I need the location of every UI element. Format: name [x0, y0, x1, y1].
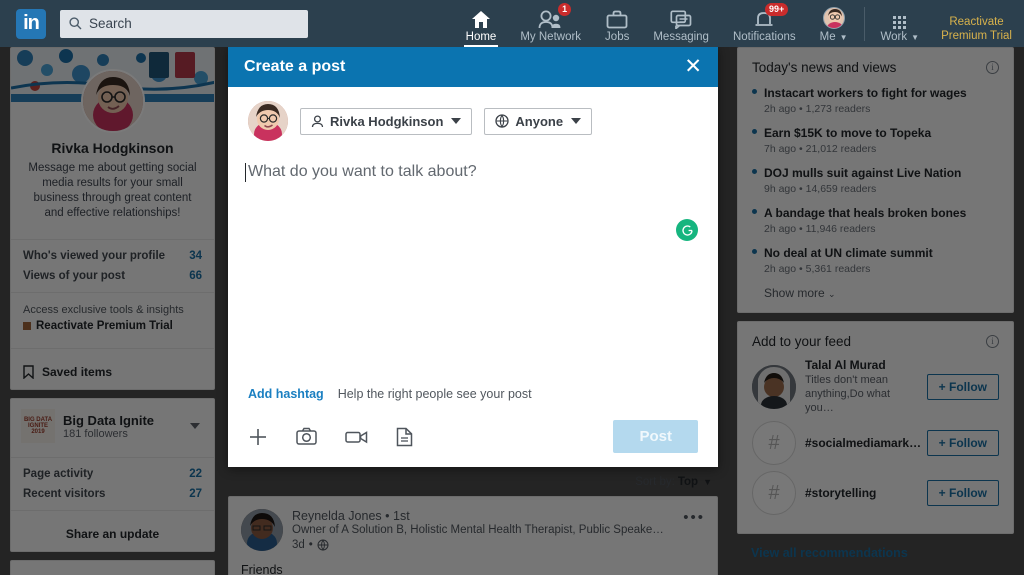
modal-header: Create a post ✕ [228, 46, 718, 87]
grammarly-icon[interactable] [676, 219, 698, 241]
composer-placeholder: What do you want to talk about? [245, 163, 477, 182]
linkedin-app: Rivka Hodgkinson Message me about gettin… [0, 0, 1024, 575]
premium-line-2: Premium Trial [941, 30, 1012, 42]
document-icon[interactable] [396, 427, 413, 447]
modal-title: Create a post [244, 57, 346, 75]
modal-body: Rivka Hodgkinson Anyone What do you want… [228, 87, 718, 387]
add-hashtag-link[interactable]: Add hashtag [248, 387, 324, 401]
nav-item-jobs[interactable]: Jobs [593, 0, 641, 47]
nav-item-notifications[interactable]: 99+ Notifications [721, 0, 808, 47]
post-textarea[interactable]: What do you want to talk about? [245, 141, 698, 387]
search-icon [69, 17, 82, 30]
top-navigation-bar: in Search Home 1 My Network Jobs Messagi… [0, 0, 1024, 47]
avatar [822, 7, 845, 29]
nav-label: Home [465, 31, 497, 43]
chevron-down-icon: ▼ [839, 32, 848, 42]
people-icon: 1 [538, 3, 572, 29]
nav-item-messaging[interactable]: Messaging [641, 0, 721, 47]
notification-badge: 1 [558, 3, 572, 16]
author-selector[interactable]: Rivka Hodgkinson [300, 107, 473, 135]
nav-label: Notifications [732, 31, 796, 43]
nav-label: Work [880, 31, 908, 43]
text-cursor [245, 163, 246, 182]
search-input[interactable]: Search [60, 9, 308, 38]
add-icon[interactable] [248, 427, 268, 447]
chevron-down-icon [451, 118, 462, 124]
briefcase-icon [606, 7, 628, 29]
home-icon [471, 7, 491, 29]
nav-item-my-network[interactable]: 1 My Network [508, 0, 593, 47]
author-name: Rivka Hodgkinson [330, 113, 444, 129]
linkedin-logo-icon[interactable]: in [16, 8, 46, 39]
post-button[interactable]: Post [613, 420, 698, 453]
premium-line-1: Reactivate [949, 16, 1004, 28]
audience-label: Anyone [515, 113, 564, 129]
person-icon [311, 114, 324, 127]
notification-badge: 99+ [765, 3, 789, 16]
nav-item-work[interactable]: Work ▼ [869, 0, 932, 47]
search-placeholder: Search [89, 16, 132, 31]
hashtag-row: Add hashtag Help the right people see yo… [248, 387, 698, 420]
reactivate-premium-trial-button[interactable]: Reactivate Premium Trial [931, 15, 1024, 47]
hashtag-help-text: Help the right people see your post [337, 387, 532, 401]
close-icon[interactable]: ✕ [684, 56, 702, 77]
nav-label: Jobs [605, 31, 630, 43]
nav-item-me[interactable]: Me ▼ [808, 0, 860, 47]
nav-items: Home 1 My Network Jobs Messaging 99+ Not… [454, 0, 1024, 47]
chevron-down-icon: ▼ [911, 32, 920, 42]
nav-divider [863, 6, 865, 41]
create-post-modal: Create a post ✕ Rivka Hodgkinson Anyone … [228, 46, 718, 467]
audience-selector[interactable]: Anyone [484, 107, 593, 135]
modal-footer: Add hashtag Help the right people see yo… [228, 387, 718, 467]
video-icon[interactable] [345, 429, 368, 445]
grid-icon [893, 7, 907, 29]
nav-label: My Network [520, 31, 582, 43]
photo-icon[interactable] [296, 427, 317, 446]
globe-icon [495, 114, 510, 128]
modal-avatar [248, 101, 288, 141]
composer-placeholder-text: What do you want to talk about? [248, 163, 477, 180]
toolbar: Post [248, 420, 698, 453]
nav-label: Messaging [653, 31, 709, 43]
author-row: Rivka Hodgkinson Anyone [248, 101, 698, 141]
nav-item-home[interactable]: Home [454, 0, 509, 47]
message-icon [670, 7, 693, 29]
nav-label: Me [819, 31, 836, 43]
bell-icon: 99+ [754, 3, 789, 29]
chevron-down-icon [571, 118, 582, 124]
